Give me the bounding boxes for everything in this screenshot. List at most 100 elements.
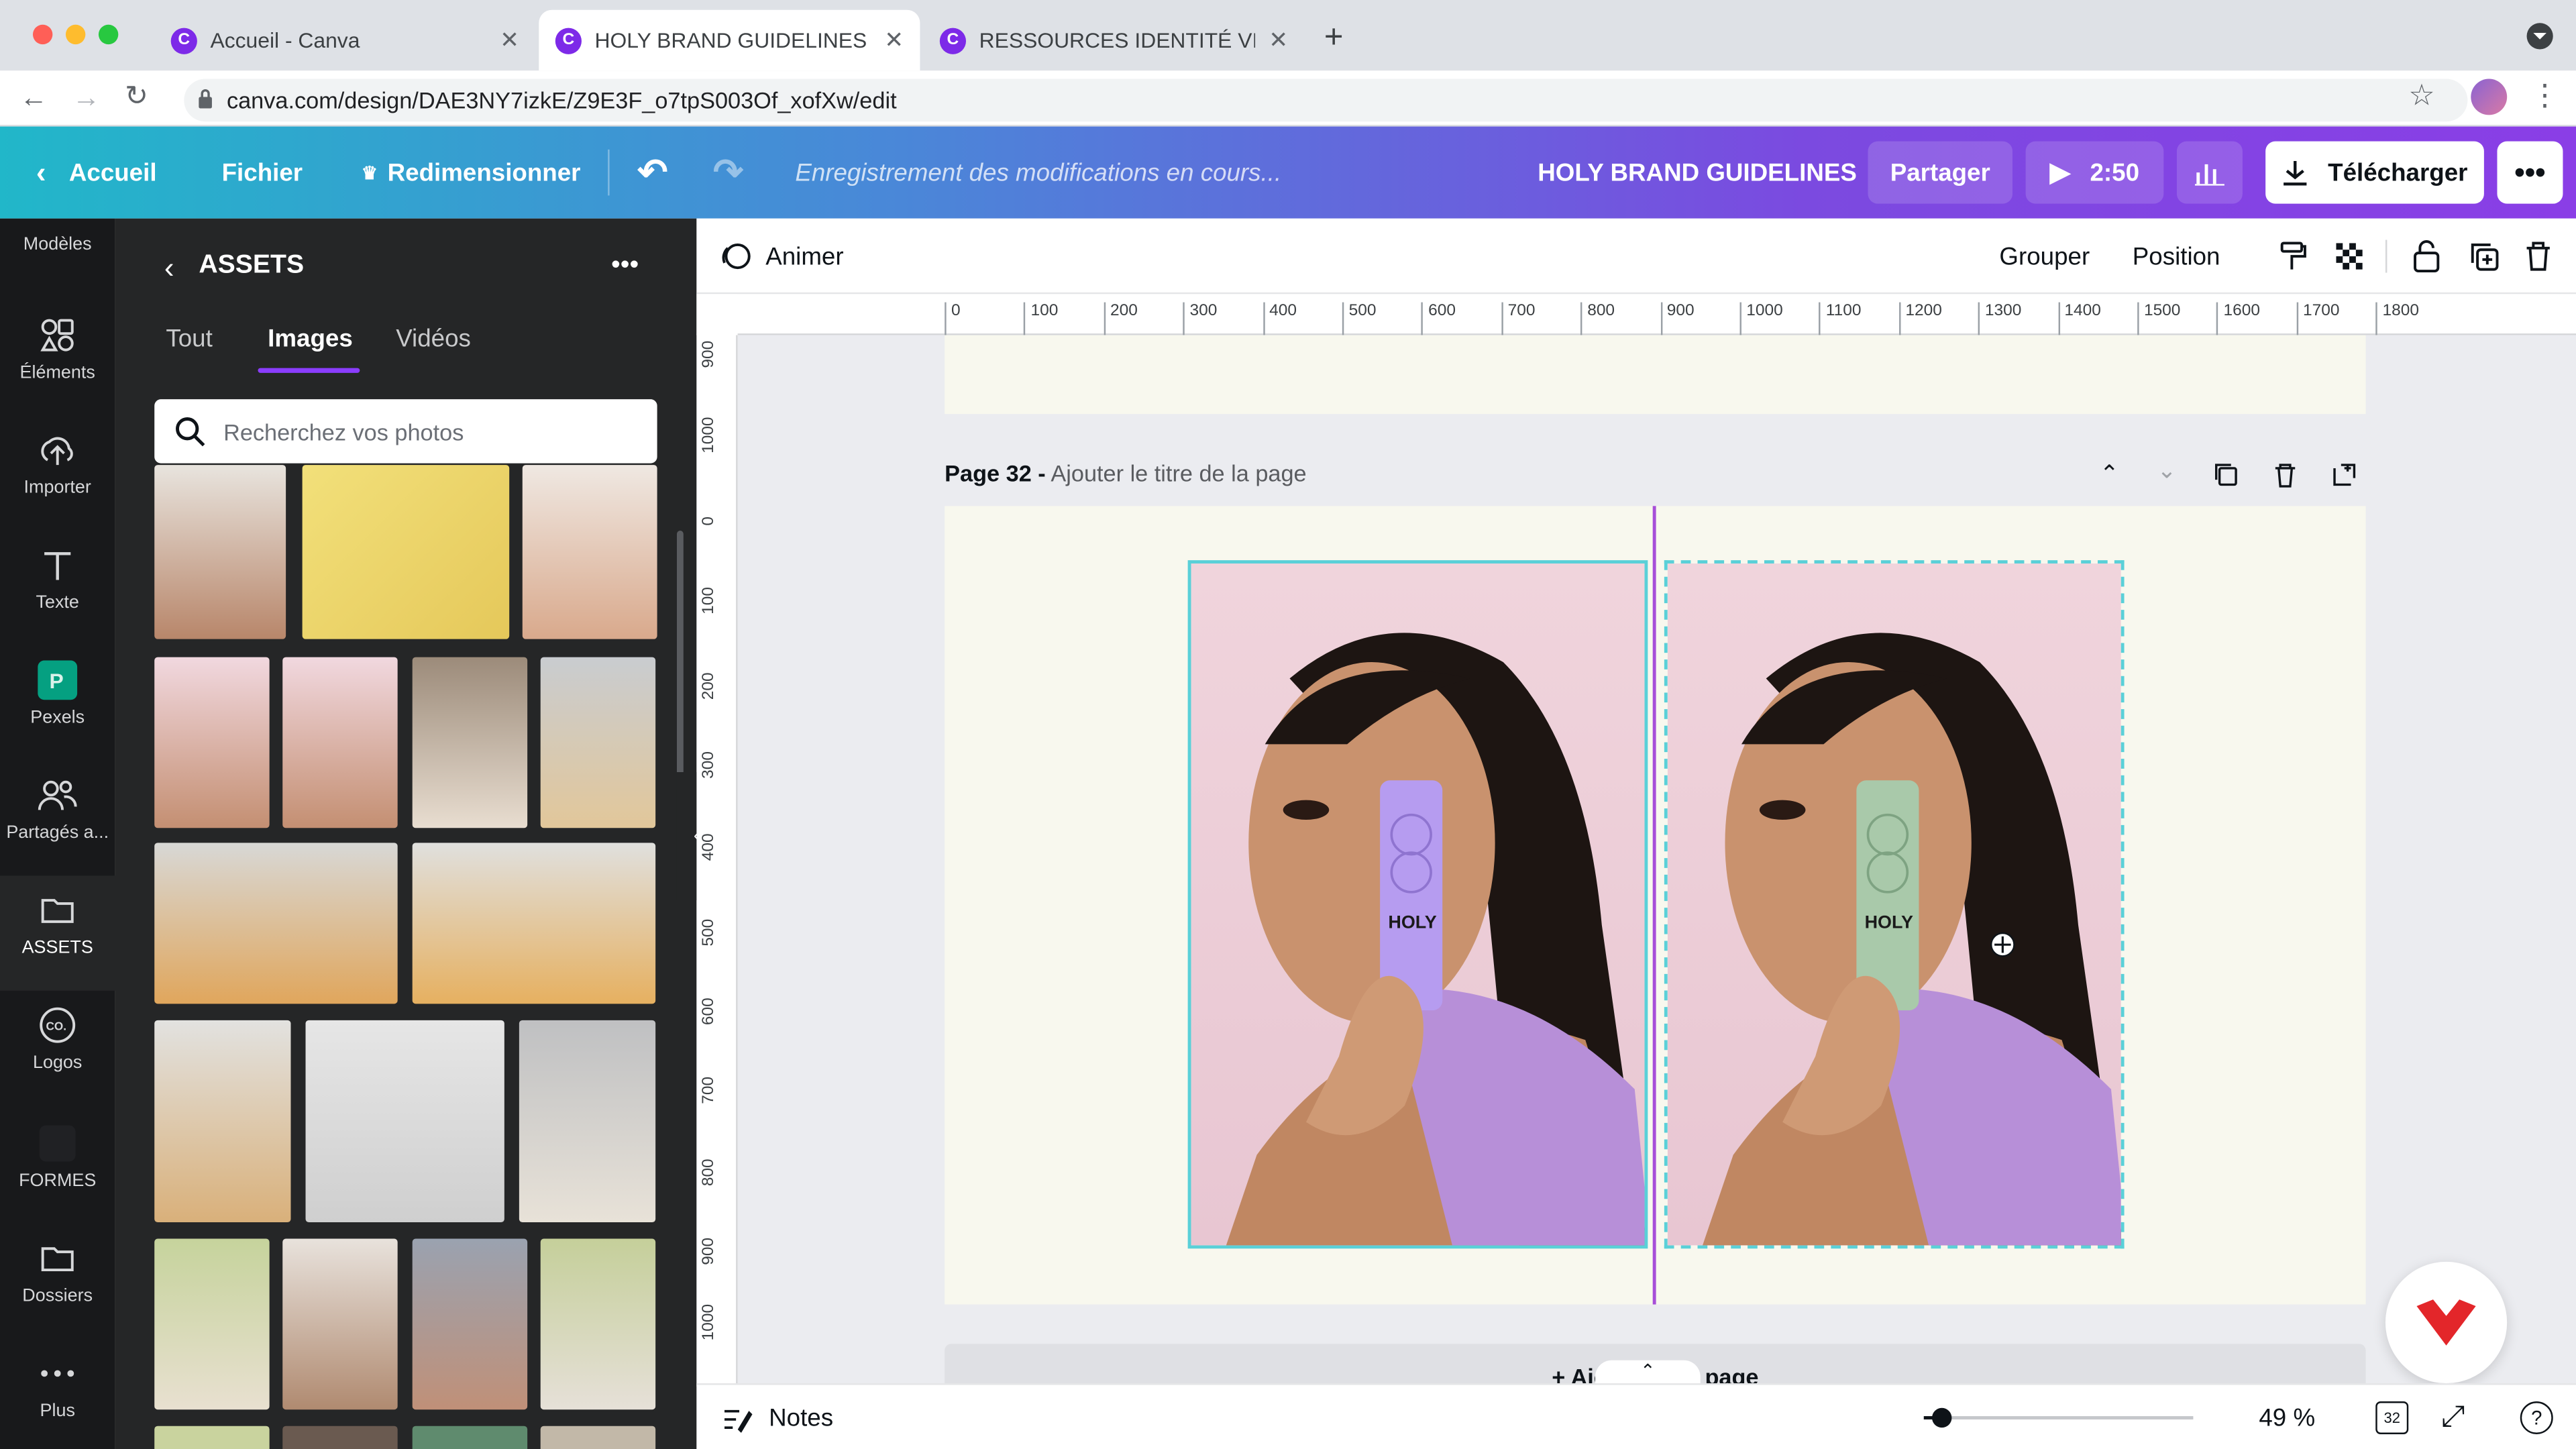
portrait-photo[interactable] bbox=[540, 1238, 656, 1410]
rail-item-formes[interactable]: FORMES bbox=[0, 1122, 115, 1191]
portrait-photo[interactable] bbox=[519, 1020, 656, 1223]
page-down-icon[interactable]: ⌄ bbox=[2157, 457, 2177, 485]
reload-icon[interactable]: ↻ bbox=[125, 80, 148, 113]
fullscreen-icon[interactable]: ⤢ bbox=[2441, 1400, 2465, 1434]
nature-photo[interactable] bbox=[412, 1426, 528, 1449]
product-photo[interactable] bbox=[305, 1020, 504, 1223]
maximize-window-button[interactable] bbox=[98, 24, 119, 45]
help-icon[interactable]: ? bbox=[2520, 1401, 2553, 1434]
ruler-tick-label: 1400 bbox=[2057, 302, 2101, 335]
close-tab-icon[interactable]: ✕ bbox=[500, 26, 519, 54]
ruler-tick-label: 400 bbox=[700, 833, 718, 861]
ruler-tick-label: 600 bbox=[1421, 302, 1456, 335]
rail-item-plus[interactable]: Plus bbox=[0, 1352, 115, 1421]
download-button[interactable]: Télécharger bbox=[2265, 141, 2484, 204]
url-field[interactable]: canva.com/design/DAE3NY7izkE/Z9E3F_o7tpS… bbox=[184, 78, 2468, 122]
tab-videos[interactable]: Vidéos bbox=[396, 325, 471, 354]
back-arrow-icon[interactable]: ← bbox=[19, 82, 48, 115]
rail-item-texte[interactable]: Texte bbox=[0, 544, 115, 612]
duplicate-page-icon[interactable] bbox=[2213, 462, 2239, 488]
trash-icon[interactable] bbox=[2524, 219, 2553, 294]
more-options-button[interactable]: ••• bbox=[2497, 141, 2563, 204]
rail-item-dossiers[interactable]: Dossiers bbox=[0, 1237, 115, 1306]
profile-avatar[interactable] bbox=[2471, 78, 2508, 115]
portrait-photo[interactable] bbox=[282, 1426, 398, 1449]
close-tab-icon[interactable]: ✕ bbox=[1269, 26, 1288, 54]
model-photo-purple[interactable]: HOLY bbox=[1187, 560, 1648, 1249]
previous-page[interactable] bbox=[945, 335, 2366, 415]
product-photo[interactable] bbox=[302, 465, 510, 639]
still-life-photo[interactable] bbox=[154, 1020, 291, 1223]
redo-icon[interactable]: ↷ bbox=[713, 127, 743, 219]
tab-images[interactable]: Images bbox=[268, 325, 353, 354]
home-back-button[interactable]: ‹ Accueil bbox=[36, 127, 157, 219]
lock-icon[interactable] bbox=[2412, 219, 2441, 294]
product-photo[interactable] bbox=[540, 657, 656, 828]
portrait-photo[interactable] bbox=[540, 1426, 656, 1449]
rail-item-modèles[interactable]: Modèles bbox=[0, 235, 115, 254]
design-title[interactable]: HOLY BRAND GUIDELINES bbox=[1538, 127, 1857, 219]
browser-tab-active[interactable]: C HOLY BRAND GUIDELINES - 1 ✕ bbox=[539, 9, 920, 71]
paint-roller-icon[interactable] bbox=[2277, 219, 2310, 294]
close-window-button[interactable] bbox=[32, 24, 53, 45]
browser-tab[interactable]: C RESSOURCES IDENTITÉ VISUE ✕ bbox=[923, 10, 1304, 71]
minimize-window-button[interactable] bbox=[65, 24, 86, 45]
portrait-photo[interactable] bbox=[282, 657, 398, 828]
delete-page-icon[interactable] bbox=[2272, 462, 2298, 488]
rail-item-pexels[interactable]: P Pexels bbox=[0, 659, 115, 728]
rail-item-importer[interactable]: Importer bbox=[0, 429, 115, 498]
still-life-photo[interactable] bbox=[412, 843, 656, 1004]
panel-scrollbar[interactable] bbox=[676, 531, 684, 794]
duplicate-icon[interactable] bbox=[2467, 219, 2500, 294]
model-photo-green[interactable]: HOLY bbox=[1664, 560, 2125, 1249]
bookmark-star-icon[interactable]: ☆ bbox=[2408, 79, 2435, 113]
undo-icon[interactable]: ↶ bbox=[637, 127, 667, 219]
still-life-photo[interactable] bbox=[154, 843, 398, 1004]
canvas-area[interactable]: Page 32 - Ajouter le titre de la page ⌃ … bbox=[737, 335, 2576, 1387]
close-tab-icon[interactable]: ✕ bbox=[884, 26, 904, 54]
page-count-button[interactable]: 32 bbox=[2375, 1401, 2409, 1434]
play-icon: ▶ bbox=[2049, 159, 2071, 188]
zoom-slider-handle[interactable] bbox=[1933, 1407, 1953, 1428]
resize-button[interactable]: ♛ Redimensionner bbox=[362, 127, 581, 219]
page-up-icon[interactable]: ⌃ bbox=[2100, 460, 2119, 488]
tab-tout[interactable]: Tout bbox=[166, 325, 212, 354]
zoom-value[interactable]: 49 % bbox=[2259, 1405, 2315, 1433]
browser-menu-icon[interactable]: ⋮ bbox=[2530, 79, 2559, 113]
rail-item-partagés-a[interactable]: Partagés a... bbox=[0, 773, 115, 843]
insights-button[interactable] bbox=[2176, 141, 2243, 204]
rail-item-assets[interactable]: ASSETS bbox=[0, 875, 115, 991]
panel-more-icon[interactable]: ••• bbox=[611, 252, 639, 281]
portrait-photo[interactable] bbox=[154, 1426, 270, 1449]
portrait-photo[interactable] bbox=[522, 465, 657, 639]
share-button[interactable]: Partager bbox=[1868, 141, 2013, 204]
file-menu-button[interactable]: Fichier bbox=[222, 127, 303, 219]
page-title-input[interactable]: Ajouter le titre de la page bbox=[1051, 460, 1306, 486]
portrait-photo[interactable] bbox=[154, 1238, 270, 1410]
shapes-icon bbox=[36, 1122, 79, 1165]
portrait-photo[interactable] bbox=[412, 1238, 528, 1410]
rail-item-éléments[interactable]: Éléments bbox=[0, 314, 115, 383]
new-tab-icon[interactable]: + bbox=[1324, 19, 1344, 57]
design-page[interactable]: HOLY HOLY bbox=[945, 506, 2366, 1305]
notes-button[interactable]: Notes bbox=[723, 1405, 833, 1433]
ruler-tick-label: 700 bbox=[1501, 302, 1536, 335]
position-button[interactable]: Position bbox=[2133, 219, 2220, 294]
portrait-photo[interactable] bbox=[282, 1238, 398, 1410]
portrait-photo[interactable] bbox=[154, 465, 286, 639]
panel-back-icon[interactable]: ‹ bbox=[164, 252, 174, 286]
tab-search-icon[interactable] bbox=[2526, 23, 2553, 50]
rail-item-logos[interactable]: CO. Logos bbox=[0, 1004, 115, 1073]
search-input[interactable]: Recherchez vos photos bbox=[154, 399, 657, 464]
help-assistant-button[interactable] bbox=[2385, 1261, 2508, 1384]
add-page-icon[interactable] bbox=[2331, 462, 2357, 488]
zoom-slider[interactable] bbox=[1923, 1416, 2194, 1419]
present-button[interactable]: ▶ 2:50 bbox=[2025, 141, 2164, 204]
forward-arrow-icon[interactable]: → bbox=[72, 82, 101, 115]
group-button[interactable]: Grouper bbox=[1999, 219, 2090, 294]
portrait-photo[interactable] bbox=[154, 657, 270, 828]
animate-button[interactable]: Animer bbox=[720, 219, 844, 294]
portrait-photo[interactable] bbox=[412, 657, 528, 828]
transparency-icon[interactable] bbox=[2333, 219, 2366, 294]
browser-tab[interactable]: C Accueil - Canva ✕ bbox=[154, 10, 535, 71]
